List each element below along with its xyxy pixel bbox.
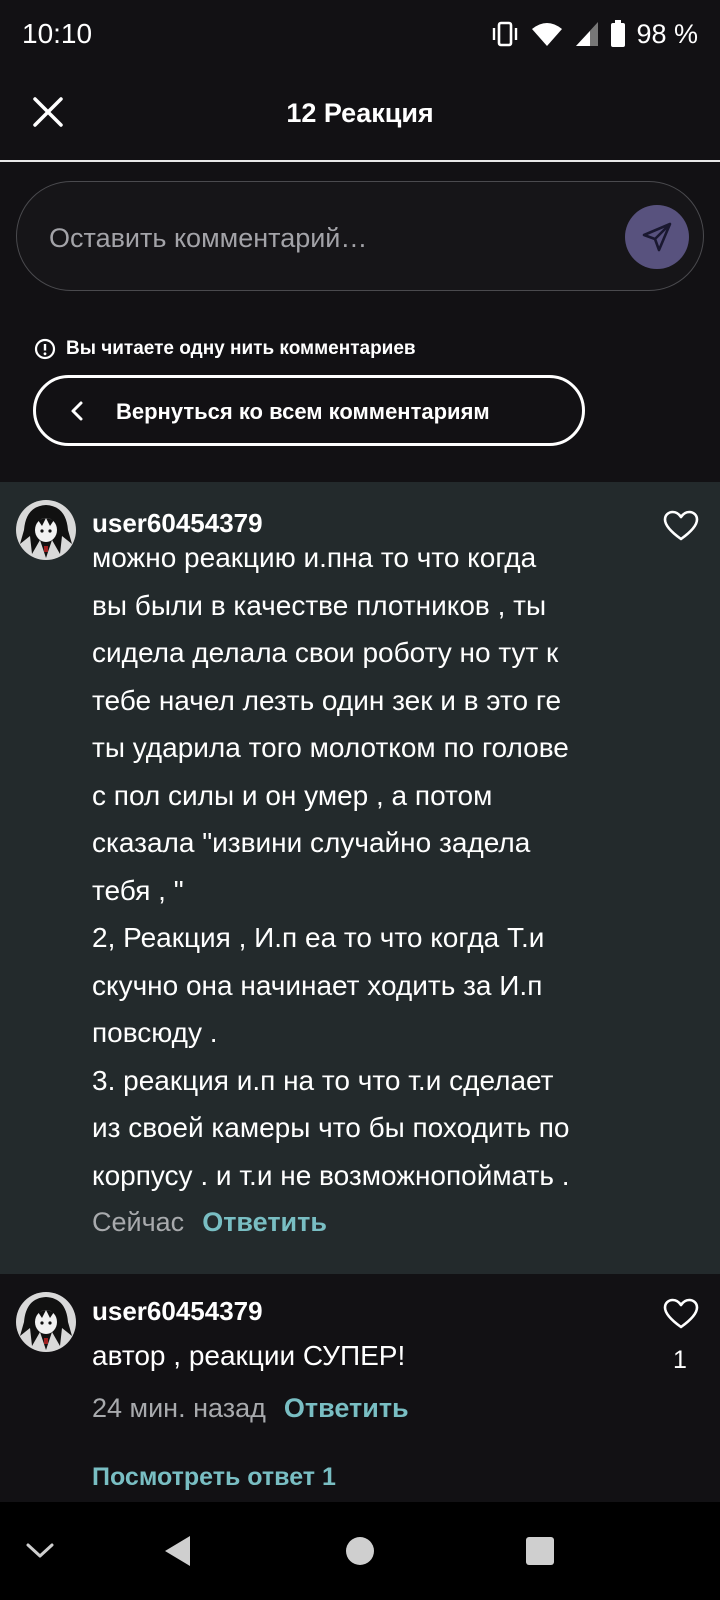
battery-percent: 98 % [636, 18, 698, 49]
page-title: 12 Реакция [286, 98, 434, 128]
like-button[interactable] [663, 510, 699, 542]
chevron-left-icon [71, 401, 83, 421]
comment-username[interactable]: user60454379 [92, 1296, 263, 1327]
info-icon [34, 338, 56, 360]
back-to-all-comments-label: Вернуться ко всем комментариям [116, 399, 490, 424]
nav-collapse-button[interactable] [10, 1502, 70, 1600]
comment-text: автор , реакции СУПЕР! [92, 1340, 406, 1371]
status-bar: 10:10 98 % [0, 0, 720, 70]
comment-timestamp: 24 мин. назад [92, 1393, 266, 1423]
wifi-icon [532, 23, 563, 46]
comment-box [16, 181, 704, 291]
nav-back-button[interactable] [148, 1502, 208, 1600]
comment-item-highlighted: user60454379 можно реакцию и.пна то что … [0, 482, 720, 1274]
comment-meta: Сейчас Ответить [92, 1207, 327, 1238]
comment-meta: 24 мин. назад Ответить [92, 1393, 409, 1424]
view-replies-link[interactable]: Посмотреть ответ 1 [92, 1463, 336, 1492]
thread-notice-text: Вы читаете одну нить комментариев [66, 338, 416, 359]
comment-timestamp: Сейчас [92, 1207, 185, 1237]
home-circle-icon [346, 1537, 374, 1565]
reply-button[interactable]: Ответить [284, 1393, 409, 1424]
send-icon [642, 222, 672, 252]
heart-icon [663, 510, 699, 541]
signal-icon [576, 22, 599, 46]
nav-home-button[interactable] [330, 1502, 390, 1600]
chevron-down-icon [26, 1543, 54, 1558]
recents-square-icon [526, 1537, 554, 1565]
status-icons: 98 % [490, 16, 698, 52]
like-count: 1 [673, 1346, 687, 1374]
comment-text: можно реакцию и.пна то что когда вы были… [92, 542, 570, 1191]
back-triangle-icon [165, 1536, 190, 1566]
avatar[interactable] [16, 500, 76, 560]
comment-input[interactable] [49, 218, 589, 258]
battery-icon [611, 20, 626, 47]
thread-notice: Вы читаете одну нить комментариев [34, 336, 416, 362]
avatar[interactable] [16, 1292, 76, 1352]
like-button[interactable] [663, 1298, 699, 1330]
send-button[interactable] [625, 205, 689, 269]
back-to-all-comments-button[interactable]: Вернуться ко всем комментариям [33, 375, 585, 446]
avatar-image [16, 1292, 76, 1352]
system-nav-bar [0, 1502, 720, 1600]
header: 12 Реакция [0, 70, 720, 162]
nav-recents-button[interactable] [510, 1502, 570, 1600]
status-time: 10:10 [22, 18, 93, 49]
vibrate-icon [493, 21, 518, 47]
reply-button[interactable]: Ответить [202, 1207, 327, 1238]
heart-icon [663, 1298, 699, 1329]
avatar-image [16, 500, 76, 560]
